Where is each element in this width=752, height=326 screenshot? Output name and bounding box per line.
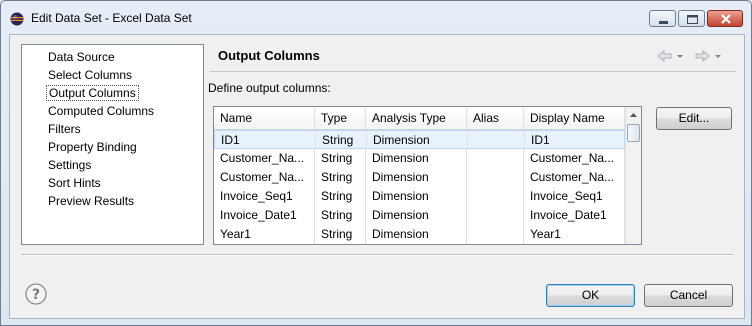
nav-item-preview-results[interactable]: Preview Results [46,193,136,209]
cell-alias [467,187,524,206]
cell-name: Invoice_Date1 [214,206,315,225]
window-title: Edit Data Set - Excel Data Set [31,11,192,25]
table-row[interactable]: Customer_Na... String Dimension Customer… [214,168,625,187]
edit-button[interactable]: Edit... [656,107,732,130]
close-icon [721,14,731,24]
cell-alias [467,225,524,244]
cell-analysis-type: Dimension [366,168,467,187]
cell-display-name: Year1 [524,225,625,244]
chevron-down-icon[interactable] [677,55,683,58]
maximize-button[interactable] [678,10,705,27]
cell-analysis-type: Dimension [366,206,467,225]
svg-text:?: ? [32,287,40,303]
cell-type: String [316,131,367,150]
chevron-down-icon[interactable] [715,55,721,58]
cell-alias [467,206,524,225]
nav-item-filters[interactable]: Filters [46,121,83,137]
nav-item-output-columns[interactable]: Output Columns [46,85,139,101]
cell-type: String [315,206,366,225]
cell-type: String [315,187,366,206]
nav-item-settings[interactable]: Settings [46,157,93,173]
cell-name: ID1 [215,131,316,150]
cell-display-name: Invoice_Seq1 [524,187,625,206]
cell-name: Invoice_Seq1 [214,187,315,206]
eclipse-icon [10,12,24,26]
ok-button[interactable]: OK [546,284,635,307]
table-row[interactable]: ID1 String Dimension ID1 [214,130,626,150]
column-header-analysis-type[interactable]: Analysis Type [366,107,467,129]
cell-type: String [315,149,366,168]
page-title: Output Columns [218,48,320,63]
cell-display-name: Invoice_Date1 [524,206,625,225]
title-bar[interactable]: Edit Data Set - Excel Data Set [1,1,751,35]
cell-analysis-type: Dimension [366,225,467,244]
header-divider [210,71,736,72]
cell-alias [468,131,525,150]
column-header-display-name[interactable]: Display Name [524,107,625,129]
cell-display-name: Customer_Na... [524,168,625,187]
nav-item-select-columns[interactable]: Select Columns [46,67,134,83]
maximize-icon [687,15,698,24]
minimize-button[interactable] [649,10,676,27]
table-row[interactable]: Invoice_Seq1 String Dimension Invoice_Se… [214,187,625,206]
dialog-content: Data Source Select Columns Output Column… [9,34,745,319]
column-header-name[interactable]: Name [214,107,315,129]
history-navigation [657,49,721,63]
cancel-button[interactable]: Cancel [644,284,733,307]
arrow-left-icon[interactable] [657,49,672,63]
cell-name: Customer_Na... [214,168,315,187]
scroll-up-arrow-icon[interactable] [626,107,641,123]
table-header: Name Type Analysis Type Alias Display Na… [214,107,625,130]
close-button[interactable] [707,10,743,27]
column-header-type[interactable]: Type [315,107,366,129]
define-output-columns-label: Define output columns: [208,81,331,95]
help-icon[interactable]: ? [25,283,47,305]
footer-divider [21,254,733,256]
column-header-alias[interactable]: Alias [467,107,524,129]
cell-analysis-type: Dimension [366,187,467,206]
nav-item-property-binding[interactable]: Property Binding [46,139,139,155]
arrow-right-icon[interactable] [695,49,710,63]
cell-analysis-type: Dimension [366,149,467,168]
table-row[interactable]: Invoice_Date1 String Dimension Invoice_D… [214,206,625,225]
table-row[interactable]: Year1 String Dimension Year1 [214,225,625,244]
nav-item-computed-columns[interactable]: Computed Columns [46,103,156,119]
output-columns-table[interactable]: Name Type Analysis Type Alias Display Na… [213,106,642,245]
cell-analysis-type: Dimension [367,131,468,150]
vertical-scrollbar[interactable] [625,107,641,244]
edit-data-set-dialog: Edit Data Set - Excel Data Set Data Sour… [0,0,752,326]
nav-item-data-source[interactable]: Data Source [46,49,117,65]
cell-type: String [315,225,366,244]
minimize-icon [659,21,668,24]
cell-name: Year1 [214,225,315,244]
table-row[interactable]: Customer_Na... String Dimension Customer… [214,149,625,168]
cell-name: Customer_Na... [214,149,315,168]
scrollbar-thumb[interactable] [627,124,640,142]
cell-alias [467,149,524,168]
cell-type: String [315,168,366,187]
cell-display-name: ID1 [525,131,626,150]
cell-display-name: Customer_Na... [524,149,625,168]
nav-item-sort-hints[interactable]: Sort Hints [46,175,103,191]
page-navigation-list[interactable]: Data Source Select Columns Output Column… [21,44,204,245]
cell-alias [467,168,524,187]
